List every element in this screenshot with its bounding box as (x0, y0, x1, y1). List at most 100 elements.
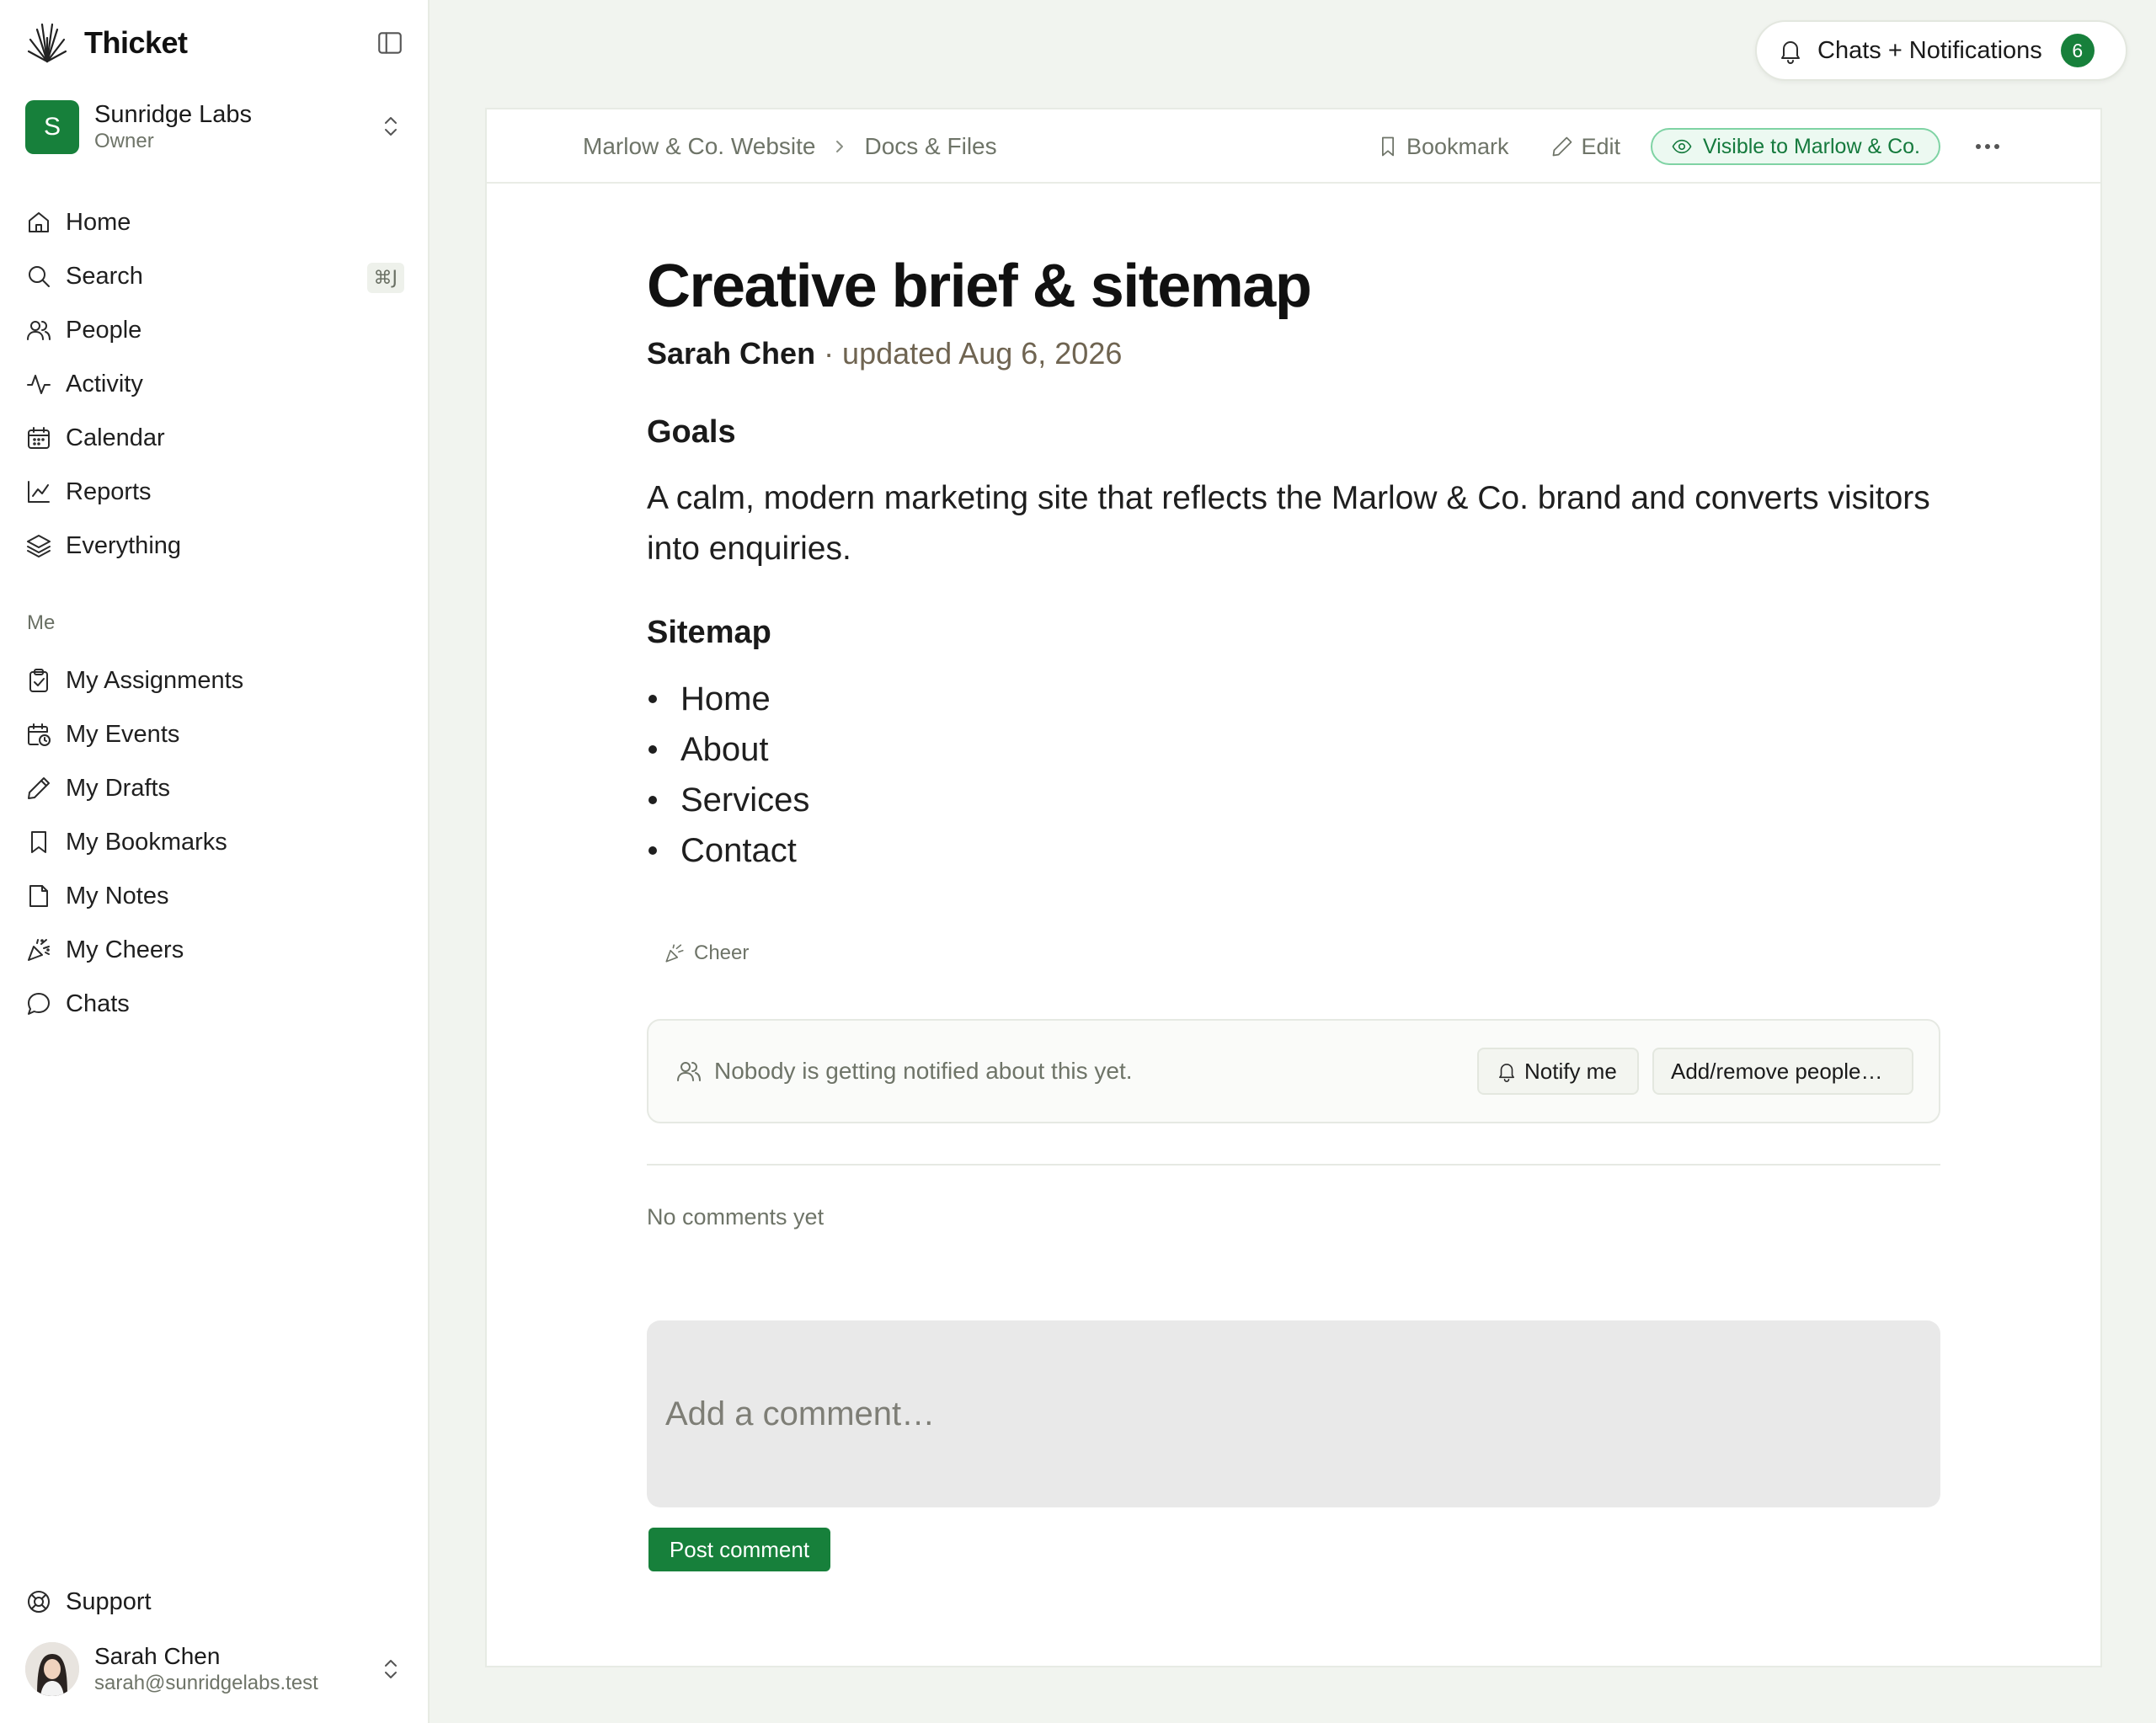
notify-me-label: Notify me (1524, 1058, 1617, 1084)
bell-icon (1496, 1060, 1518, 1082)
subscribers-message-text: Nobody is getting notified about this ye… (714, 1058, 1133, 1084)
notifications-label: Chats + Notifications (1817, 36, 2042, 64)
more-horizontal-icon (1974, 142, 2001, 151)
sidebar: Thicket S Sunridge Labs Owner Home Searc… (0, 0, 430, 1723)
breadcrumb: Marlow & Co. Website Docs & Files (583, 109, 997, 184)
sidebar-item-calendar[interactable]: Calendar (25, 411, 404, 465)
sidebar-item-label: Calendar (66, 424, 165, 451)
divider (647, 1164, 1940, 1166)
bookmark-icon (25, 829, 52, 856)
sidebar-item-my-assignments[interactable]: My Assignments (25, 653, 404, 707)
sidebar-item-label: Search (66, 262, 143, 290)
sidebar-item-my-bookmarks[interactable]: My Bookmarks (25, 815, 404, 869)
me-section-label: Me (27, 611, 56, 634)
life-buoy-icon (25, 1588, 52, 1615)
clipboard-check-icon (25, 667, 52, 694)
comments-empty-state: No comments yet (647, 1204, 825, 1230)
chats-notifications-button[interactable]: Chats + Notifications 6 (1755, 20, 2127, 81)
list-item: Services (647, 775, 1940, 825)
search-shortcut-badge: ⌘J (366, 263, 404, 293)
layers-icon (25, 532, 52, 559)
sidebar-item-reports[interactable]: Reports (25, 465, 404, 519)
workspace-role: Owner (94, 130, 154, 152)
sidebar-item-search[interactable]: Search ⌘J (25, 249, 404, 303)
visibility-badge[interactable]: Visible to Marlow & Co. (1651, 128, 1940, 165)
sidebar-item-people[interactable]: People (25, 303, 404, 357)
post-comment-button[interactable]: Post comment (648, 1528, 830, 1571)
sidebar-item-label: My Notes (66, 882, 169, 910)
chevron-up-down-icon (377, 113, 404, 140)
cheer-button[interactable]: Cheer (664, 942, 749, 965)
sidebar-item-my-drafts[interactable]: My Drafts (25, 761, 404, 815)
document-toolbar: Marlow & Co. Website Docs & Files Bookma… (487, 109, 2100, 184)
note-icon (25, 883, 52, 910)
section-heading-goals: Goals (647, 414, 736, 450)
document-actions: Bookmark Edit Visible to Marlow & Co. (1334, 109, 2004, 184)
app-name: Thicket (84, 25, 188, 60)
workspace-avatar: S (25, 100, 79, 154)
sidebar-item-support[interactable]: Support (25, 1575, 152, 1629)
party-popper-icon (25, 936, 52, 963)
sidebar-item-label: People (66, 316, 142, 344)
document-card: Marlow & Co. Website Docs & Files Bookma… (485, 108, 2102, 1667)
activity-icon (25, 371, 52, 397)
sidebar-item-label: My Events (66, 720, 180, 748)
bookmark-label: Bookmark (1406, 133, 1509, 159)
chevron-up-down-icon (377, 1656, 404, 1683)
sidebar-item-label: Support (66, 1587, 152, 1615)
me-nav: My Assignments My Events My Drafts My Bo… (25, 653, 404, 1031)
chat-bubble-icon (25, 990, 52, 1017)
sidebar-item-label: Home (66, 208, 131, 236)
more-options-button[interactable] (1971, 130, 2004, 163)
avatar (25, 1642, 79, 1696)
sidebar-item-label: My Bookmarks (66, 828, 227, 856)
sidebar-item-my-events[interactable]: My Events (25, 707, 404, 761)
calendar-clock-icon (25, 721, 52, 748)
sidebar-toggle-icon[interactable] (376, 29, 406, 59)
bookmark-icon (1376, 135, 1400, 158)
subscribers-message: Nobody is getting notified about this ye… (675, 1021, 1133, 1122)
subscribers-panel: Nobody is getting notified about this ye… (647, 1019, 1940, 1123)
document-meta: Sarah Chen · updated Aug 6, 2026 (647, 333, 1940, 374)
sidebar-item-label: Chats (66, 990, 130, 1017)
user-menu[interactable]: Sarah Chen sarah@sunridgelabs.test (25, 1639, 404, 1699)
people-icon (675, 1058, 702, 1085)
sidebar-item-my-cheers[interactable]: My Cheers (25, 923, 404, 977)
sitemap-list: Home About Services Contact (647, 674, 1940, 876)
list-item: About (647, 724, 1940, 775)
goals-paragraph: A calm, modern marketing site that refle… (647, 480, 1930, 567)
chevron-right-icon (830, 137, 849, 156)
home-icon (25, 209, 52, 236)
sidebar-item-home[interactable]: Home (25, 195, 404, 249)
search-icon (25, 263, 52, 290)
breadcrumb-project-link[interactable]: Marlow & Co. Website (583, 133, 815, 160)
document-author[interactable]: Sarah Chen (647, 336, 815, 371)
sidebar-item-chats[interactable]: Chats (25, 977, 404, 1031)
list-item: Home (647, 674, 1940, 724)
list-item: Contact (647, 825, 1940, 876)
sidebar-item-label: My Drafts (66, 774, 171, 802)
sidebar-item-everything[interactable]: Everything (25, 519, 404, 573)
user-name: Sarah Chen (94, 1643, 221, 1669)
sidebar-item-my-notes[interactable]: My Notes (25, 869, 404, 923)
calendar-icon (25, 424, 52, 451)
bookmark-button[interactable]: Bookmark (1376, 133, 1509, 160)
user-email: sarah@sunridgelabs.test (94, 1672, 318, 1694)
add-remove-people-button[interactable]: Add/remove people… (1652, 1048, 1913, 1095)
document-updated: · updated Aug 6, 2026 (815, 336, 1123, 371)
eye-icon (1671, 136, 1693, 157)
notifications-count-badge: 6 (2060, 34, 2095, 67)
brand[interactable]: Thicket (25, 20, 188, 66)
workspace-switcher[interactable]: S Sunridge Labs Owner (25, 98, 404, 157)
comment-input[interactable] (647, 1320, 1940, 1507)
sidebar-item-activity[interactable]: Activity (25, 357, 404, 411)
edit-label: Edit (1581, 133, 1621, 159)
breadcrumb-docs-link[interactable]: Docs & Files (864, 133, 996, 160)
workspace-name: Sunridge Labs (94, 101, 253, 128)
bell-icon (1777, 37, 1804, 64)
line-chart-icon (25, 478, 52, 505)
notify-me-button[interactable]: Notify me (1477, 1048, 1639, 1095)
edit-button[interactable]: Edit (1550, 134, 1620, 160)
people-icon (25, 317, 52, 344)
page-title: Creative brief & sitemap (647, 253, 1312, 320)
